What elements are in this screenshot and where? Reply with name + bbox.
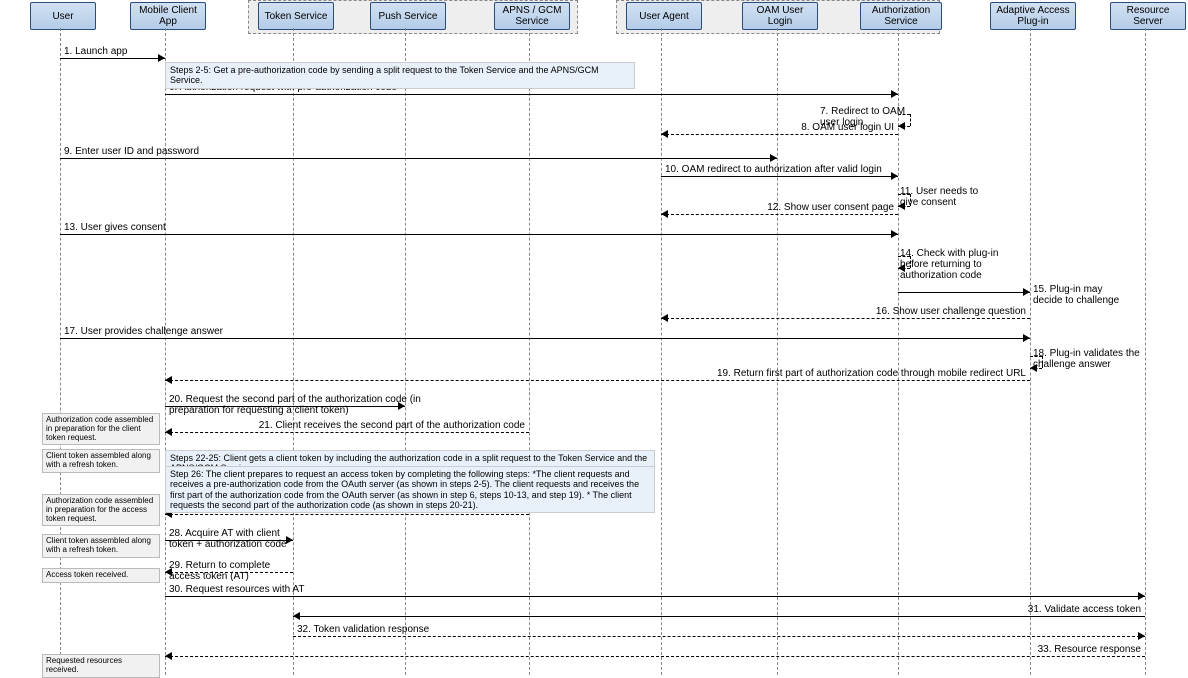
message-label-12: 12. Show user consent page: [663, 202, 894, 213]
message-label-28: 28. Acquire AT with client token + autho…: [169, 528, 299, 550]
lifeline-header-oam: OAM User Login: [742, 2, 818, 30]
message-line-13: [60, 234, 898, 235]
lifeline-header-push: Push Service: [370, 2, 446, 30]
lifeline-header-mobile: Mobile Client App: [130, 2, 206, 30]
lifeline-header-adaptive: Adaptive Access Plug-in: [990, 2, 1076, 30]
arrow-head-13: [891, 230, 898, 238]
side-note-1: Client token assembled along with a refr…: [42, 449, 160, 473]
message-label-15: 15. Plug-in may decide to challenge: [1033, 284, 1133, 306]
message-label-1: 1. Launch app: [64, 46, 163, 57]
message-line-1: [60, 58, 165, 59]
message-line-21: [165, 432, 529, 433]
message-line-33: [165, 656, 1145, 657]
message-line-27: [165, 514, 529, 515]
message-label-14: 14. Check with plug-in before returning …: [900, 248, 1000, 281]
message-label-31: 31. Validate access token: [741, 604, 1141, 615]
message-line-30: [165, 596, 1145, 597]
lifeline-header-authz: Authorization Service: [860, 2, 942, 30]
message-label-13: 13. User gives consent: [64, 222, 464, 233]
message-line-6: [165, 94, 898, 95]
lifeline-line-adaptive: [1030, 28, 1031, 675]
arrow-head-17: [1023, 334, 1030, 342]
arrow-head-6: [891, 90, 898, 98]
message-line-17: [60, 338, 1030, 339]
message-label-17: 17. User provides challenge answer: [64, 326, 464, 337]
message-line-31: [293, 616, 1145, 617]
message-line-12: [661, 214, 898, 215]
message-label-8: 8. OAM user login UI: [663, 122, 894, 133]
arrow-head-19: [165, 376, 172, 384]
message-line-16: [661, 318, 1030, 319]
message-label-16: 16. Show user challenge question: [663, 306, 1026, 317]
side-note-5: Requested resources received.: [42, 654, 160, 678]
message-label-19: 19. Return first part of authorization c…: [626, 368, 1026, 379]
step-note-2: Step 26: The client prepares to request …: [165, 466, 655, 513]
side-note-0: Authorization code assembled in preparat…: [42, 413, 160, 445]
message-label-32: 32. Token validation response: [297, 624, 697, 635]
message-line-8: [661, 134, 898, 135]
message-label-11: 11. User needs to give consent: [900, 186, 990, 208]
message-label-33: 33. Resource response: [741, 644, 1141, 655]
lifeline-line-push: [405, 28, 406, 675]
lifeline-line-agent: [661, 28, 662, 675]
message-label-10: 10. OAM redirect to authorization after …: [665, 164, 896, 175]
lifeline-header-agent: User Agent: [626, 2, 702, 30]
arrow-head-32: [1138, 632, 1145, 640]
arrow-head-9: [770, 154, 777, 162]
message-label-21: 21. Client receives the second part of t…: [167, 420, 525, 431]
arrow-head-30: [1138, 592, 1145, 600]
lifeline-line-apns: [529, 28, 530, 675]
arrow-head-31: [293, 612, 300, 620]
message-label-30: 30. Request resources with AT: [169, 584, 569, 595]
side-note-2: Authorization code assembled in preparat…: [42, 494, 160, 526]
lifeline-header-resource: Resource Server: [1110, 2, 1186, 30]
lifeline-header-user: User: [30, 2, 96, 30]
arrow-head-15: [1023, 288, 1030, 296]
message-label-9: 9. Enter user ID and password: [64, 146, 464, 157]
step-note-0: Steps 2-5: Get a pre-authorization code …: [165, 62, 635, 89]
side-note-3: Client token assembled along with a refr…: [42, 534, 160, 558]
message-label-18: 18. Plug-in validates the challenge answ…: [1033, 348, 1148, 370]
message-line-32: [293, 636, 1145, 637]
lifeline-header-token: Token Service: [258, 2, 334, 30]
arrow-head-33: [165, 652, 172, 660]
lifeline-header-apns: APNS / GCM Service: [494, 2, 570, 30]
message-line-9: [60, 158, 777, 159]
side-note-4: Access token received.: [42, 568, 160, 583]
message-line-15: [898, 292, 1030, 293]
message-label-29: 29. Return to complete access token (AT): [169, 560, 299, 582]
lifeline-line-mobile: [165, 28, 166, 675]
message-line-10: [661, 176, 898, 177]
message-line-19: [165, 380, 1030, 381]
message-label-20: 20. Request the second part of the autho…: [169, 394, 449, 416]
